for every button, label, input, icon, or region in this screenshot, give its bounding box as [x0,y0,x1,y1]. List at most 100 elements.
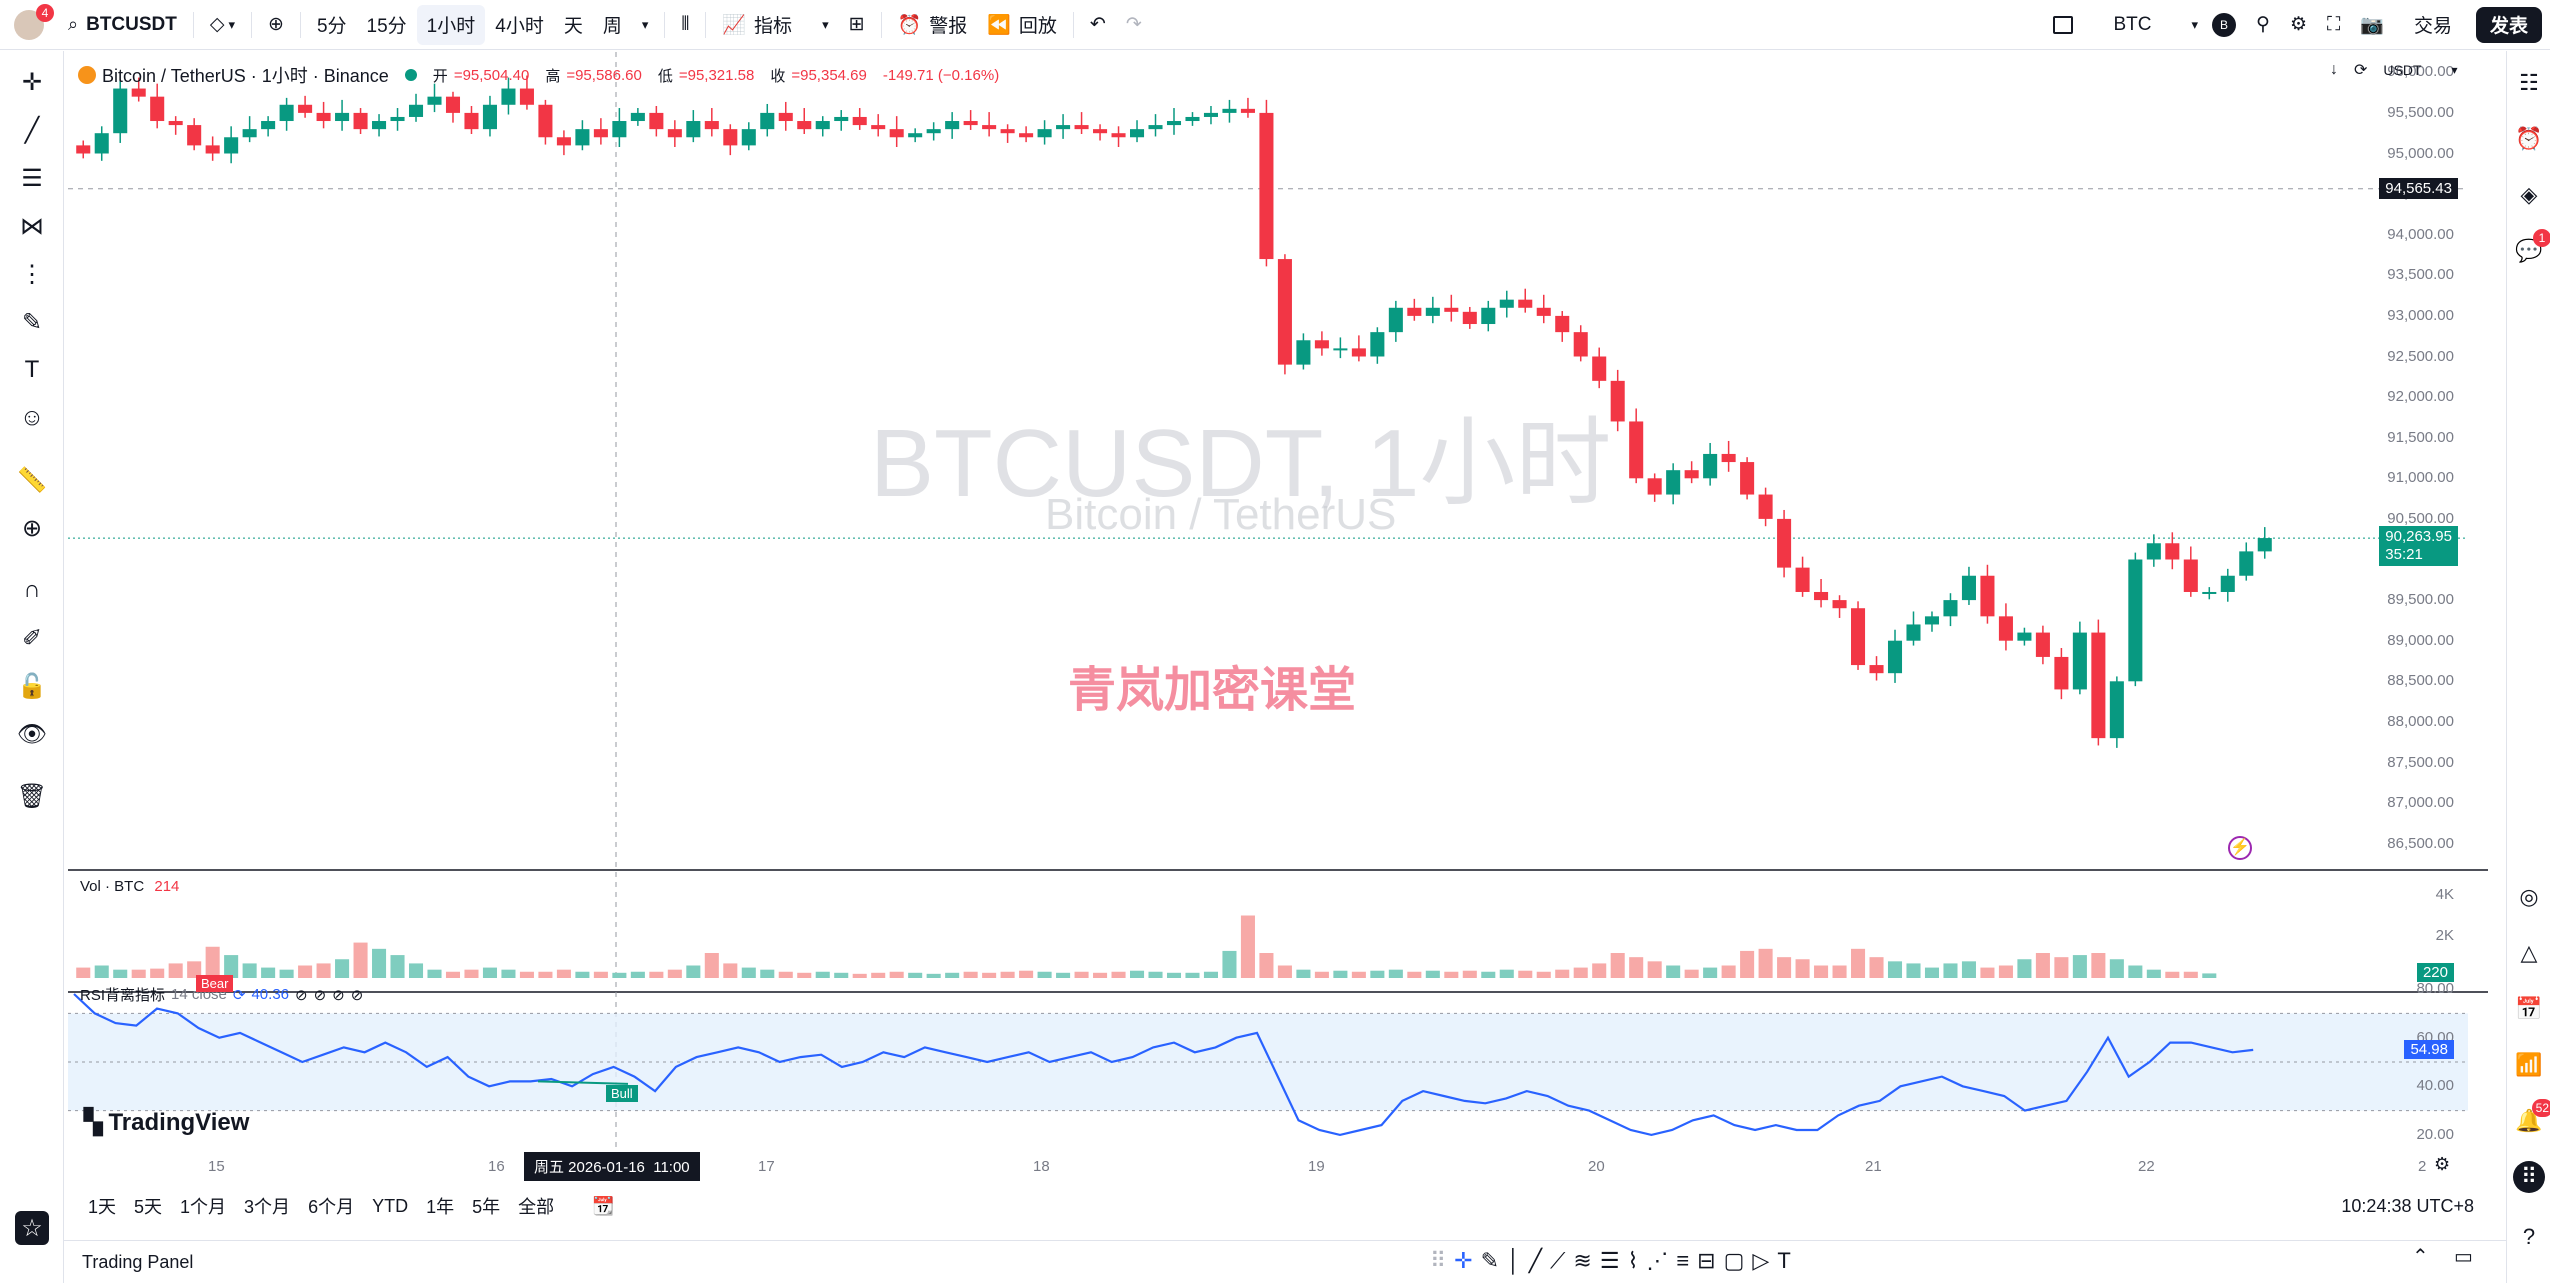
refresh-icon[interactable]: ⟳ [2354,60,2367,80]
interval-day[interactable]: 天 [554,5,593,45]
time-axis[interactable]: 15 16 17 18 19 20 21 22 2 [68,1152,2468,1178]
trade-button[interactable]: 交易 [2404,5,2462,45]
time-axis-settings-icon[interactable]: ⚙ [2434,1154,2450,1175]
layers-icon[interactable]: ◈ [2513,179,2545,211]
fib-icon[interactable]: ⋮ [15,257,49,291]
settings-button[interactable]: ⚙ [2280,5,2317,45]
path-icon[interactable]: ⌇ [1628,1248,1639,1274]
trash-icon[interactable]: 🗑 [15,779,49,813]
magnet-icon[interactable]: ∩ [15,573,49,607]
layout-button[interactable]: ⊞ [839,5,875,45]
range-3m[interactable]: 3个月 [244,1193,290,1219]
price-scale[interactable]: 96,000.0095,500.0095,000.0094,500.0094,0… [2379,52,2488,1182]
eye-icon[interactable]: 👁 [15,717,49,751]
trendline-icon[interactable]: ╱ [1529,1248,1542,1274]
target-icon[interactable]: ◎ [2513,881,2545,913]
chat-icon[interactable]: 💬 1 [2513,229,2550,267]
interval-15m[interactable]: 15分 [357,5,417,45]
refresh-icon[interactable]: ⟳ [233,986,246,1004]
triangle-icon[interactable]: △ [2513,937,2545,969]
favorites-star-icon[interactable]: ☆ [15,1211,49,1245]
circle-slash-icon[interactable]: ⊘ [332,986,345,1004]
trading-panel-tab[interactable]: Trading Panel [82,1252,193,1273]
parallel-channel-icon[interactable]: ☰ [1600,1248,1620,1274]
rectangle-icon[interactable]: ▢ [1724,1248,1745,1274]
text-icon[interactable]: T [15,353,49,387]
emoji-icon[interactable]: ☺ [15,401,49,435]
interval-1h[interactable]: 1小时 [416,4,486,45]
horizontal-lines-icon[interactable]: ☰ [15,161,49,195]
pattern-icon[interactable]: ⋈ [15,209,49,243]
crosshair-icon[interactable]: ✛ [1454,1248,1472,1274]
indicators-button[interactable]: 📈 指标 ▾ [712,5,838,45]
apps-icon[interactable]: ⠿ [2513,1161,2545,1193]
interval-5m[interactable]: 5分 [307,5,357,45]
tradingview-logo[interactable]: ▚ TradingView [84,1108,249,1137]
zoom-in-icon[interactable]: ⊕ [15,511,49,545]
lock-drawing-icon[interactable]: ✐ [15,621,49,655]
fib-channel-icon[interactable]: ≋ [1573,1248,1591,1274]
pitchfork-icon[interactable]: ⋰ [1646,1248,1668,1274]
interval-dropdown[interactable]: ▾ [632,5,659,45]
chevron-up-icon[interactable]: ⌃ [2412,1244,2429,1269]
arrow-down-icon[interactable]: ↓ [2330,61,2338,79]
range-5d[interactable]: 5天 [134,1193,162,1219]
interval-week[interactable]: 周 [593,5,632,45]
candle-body [1980,575,1995,617]
lock-icon[interactable]: 🔓 [15,669,49,703]
help-icon[interactable]: ? [2513,1221,2545,1253]
circle-slash-icon[interactable]: ⊘ [351,986,364,1004]
snapshot-button[interactable]: 📷 [2350,5,2394,45]
currency-select[interactable]: BTC ▾ B [2103,5,2246,45]
chevron-down-icon[interactable]: ▾ [2452,63,2458,77]
calendar-icon[interactable]: 📅 [2513,993,2545,1025]
brush-icon[interactable]: ✎ [15,305,49,339]
text-icon[interactable]: T [1777,1248,1790,1274]
undo-button[interactable]: ↶ [1080,5,1116,45]
range-6m[interactable]: 6个月 [308,1193,354,1219]
range-1d[interactable]: 1天 [88,1193,116,1219]
vertical-line-icon[interactable]: │ [1507,1248,1521,1274]
add-symbol-button[interactable]: ⊕ [258,5,294,45]
gann-icon[interactable]: ⊟ [1697,1248,1715,1274]
clock-label[interactable]: 10:24:38 UTC+8 [2341,1196,2474,1217]
ruler-icon[interactable]: 📏 [15,463,49,497]
chart-canvas[interactable] [68,52,2488,1182]
symbol-search[interactable]: ⌕ BTCUSDT [58,5,187,45]
circle-slash-icon[interactable]: ⊘ [295,986,308,1004]
compare-symbol-button[interactable]: ◇ ▾ [200,5,245,45]
maximize-panel-icon[interactable]: ▭ [2454,1244,2473,1269]
range-ytd[interactable]: YTD [372,1196,408,1217]
alert-button[interactable]: ⏰ 警报 [888,5,978,45]
lightning-icon[interactable]: ⚡ [2228,836,2252,860]
volume-bar [1499,969,1514,978]
goto-date-icon[interactable]: 📆 [592,1196,614,1217]
replay-button[interactable]: ⏪ 回放 [977,5,1067,45]
layout-select-button[interactable] [2043,5,2083,45]
circle-slash-icon[interactable]: ⊘ [314,986,327,1004]
user-avatar[interactable]: 4 [14,3,54,40]
crosshair-icon[interactable]: ✛ [15,65,49,99]
range-all[interactable]: 全部 [518,1193,554,1219]
ray-icon[interactable]: ⟋ [1550,1248,1565,1274]
price-currency-label[interactable]: USDT [2383,62,2421,78]
watchlist-icon[interactable]: ☷ [2513,67,2545,99]
interval-4h[interactable]: 4小时 [485,5,554,45]
brush-icon[interactable]: ✎ [1481,1248,1499,1274]
drag-handle-icon[interactable]: ⠿ [1430,1248,1446,1274]
range-1m[interactable]: 1个月 [180,1193,226,1219]
play-icon[interactable]: ▷ [1752,1248,1769,1274]
range-1y[interactable]: 1年 [426,1193,454,1219]
fib-retrace-icon[interactable]: ≡ [1676,1248,1689,1274]
publish-button[interactable]: 发表 [2475,6,2542,43]
trendline-icon[interactable]: ╱ [15,113,49,147]
alarm-clock-icon[interactable]: ⏰ [2513,123,2545,155]
quick-search-button[interactable]: ⚲ [2246,5,2280,45]
range-5y[interactable]: 5年 [472,1193,500,1219]
redo-button[interactable]: ↷ [1116,5,1152,45]
chart-type-button[interactable]: ⫴ [671,5,699,45]
bell-icon[interactable]: 🔔 52 [2513,1099,2550,1137]
broadcast-icon[interactable]: 📶 [2513,1049,2545,1081]
candle-body [2257,538,2272,552]
fullscreen-button[interactable]: ⛶ [2317,5,2350,45]
